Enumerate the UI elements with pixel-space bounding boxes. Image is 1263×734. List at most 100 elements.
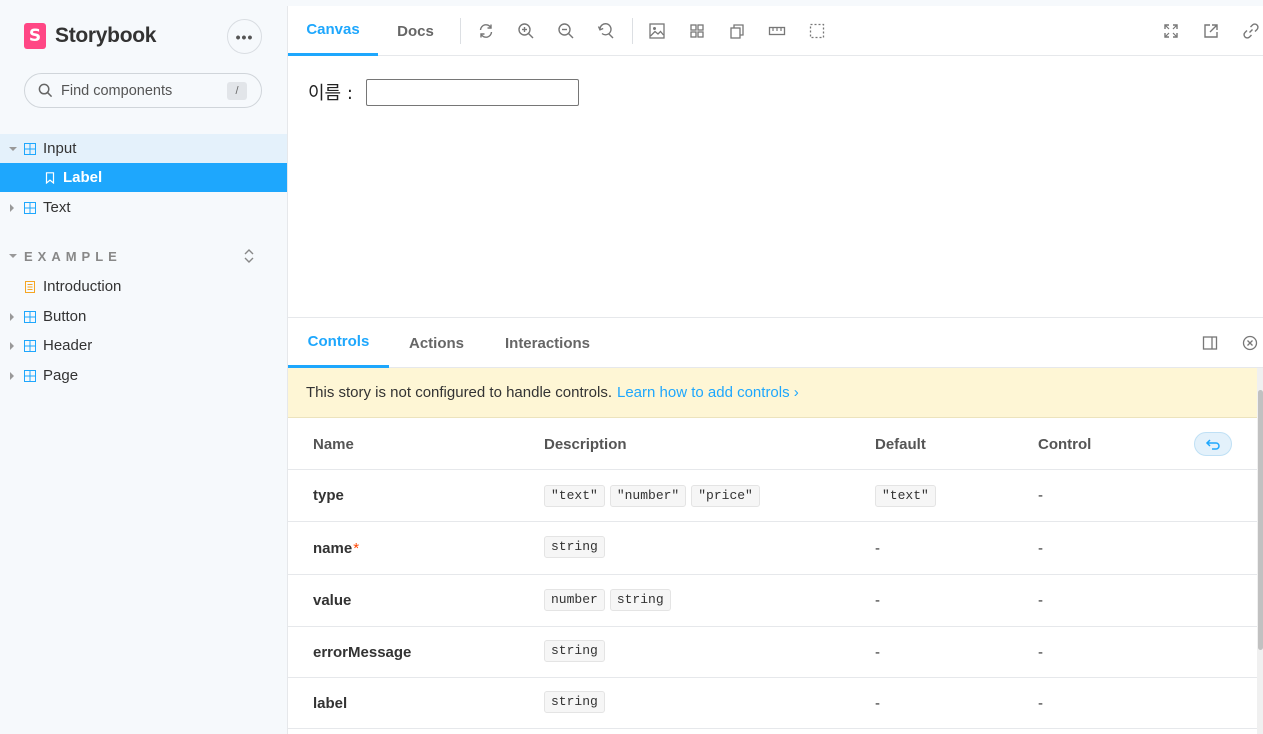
background-image-icon[interactable] — [648, 22, 666, 40]
search-box[interactable]: / — [24, 73, 262, 108]
reset-controls-button[interactable] — [1194, 432, 1232, 456]
ellipsis-icon: ••• — [235, 28, 254, 45]
type-chip: "text" — [544, 484, 605, 507]
learn-controls-link[interactable]: Learn how to add controls › — [617, 384, 799, 401]
sidebar-item-label: Input — [43, 140, 77, 157]
sidebar-item-introduction[interactable]: Introduction — [0, 272, 287, 301]
type-chip: number — [544, 589, 605, 611]
fullscreen-icon[interactable] — [1162, 22, 1180, 40]
refresh-icon[interactable] — [477, 22, 495, 40]
search-input[interactable] — [61, 82, 211, 99]
search-icon — [38, 83, 53, 98]
expand-collapse-icon[interactable] — [243, 248, 255, 264]
prop-default: - — [875, 694, 880, 712]
prop-control: - — [1038, 487, 1043, 504]
sidebar-item-label: Introduction — [43, 278, 122, 295]
section-title: EXAMPLE — [24, 248, 122, 264]
story-canvas: 이름 : — [288, 56, 1263, 318]
sidebar-item-header[interactable]: Header — [0, 331, 287, 360]
required-indicator: * — [353, 539, 360, 557]
prop-control: - — [1038, 643, 1043, 661]
close-panel-icon[interactable] — [1242, 335, 1258, 351]
caret-down-icon — [9, 254, 17, 258]
prop-default: - — [875, 592, 880, 609]
controls-notice: This story is not configured to handle c… — [288, 368, 1257, 418]
default-chip: "text" — [875, 484, 936, 507]
sidebar-item-label: Button — [43, 308, 87, 325]
prop-types: string — [544, 627, 610, 677]
scrollbar[interactable] — [1257, 368, 1263, 734]
component-icon — [24, 369, 36, 382]
bookmark-icon — [45, 171, 55, 184]
sidebar-item-button[interactable]: Button — [0, 302, 287, 331]
name-field-label: 이름 : — [308, 83, 353, 104]
prop-name: errorMessage — [313, 643, 412, 661]
notice-text: This story is not configured to handle c… — [306, 384, 612, 401]
component-icon — [24, 310, 36, 323]
table-row: value number string - - — [288, 575, 1257, 627]
toolbar-divider — [632, 18, 633, 44]
storybook-logo-icon: S — [24, 23, 46, 49]
prop-types: "text" "number" "price" — [544, 470, 765, 521]
document-icon — [25, 280, 35, 293]
caret-right-icon — [10, 203, 14, 212]
caret-right-icon — [10, 312, 14, 321]
table-row: name * string - - — [288, 522, 1257, 575]
prop-name: type — [313, 487, 344, 504]
toolbar: Canvas Docs — [288, 6, 1263, 56]
sidebar-item-input[interactable]: Input — [0, 134, 287, 163]
sidebar-item-label: Text — [43, 199, 71, 216]
header-control: Control — [1038, 435, 1092, 453]
scrollbar-thumb[interactable] — [1258, 390, 1263, 650]
header-name: Name — [313, 435, 354, 453]
viewport-icon[interactable] — [728, 22, 746, 40]
tab-interactions[interactable]: Interactions — [484, 318, 611, 368]
prop-name: value — [313, 592, 352, 609]
caret-down-icon — [9, 146, 17, 151]
search-shortcut-badge: / — [227, 82, 247, 100]
name-input[interactable] — [366, 79, 579, 106]
prop-name: label — [313, 694, 348, 712]
sidebar-item-page[interactable]: Page — [0, 361, 287, 390]
prop-default: - — [875, 539, 880, 557]
outline-icon[interactable] — [808, 22, 826, 40]
tab-canvas[interactable]: Canvas — [288, 6, 378, 56]
grid-icon[interactable] — [688, 22, 706, 40]
caret-right-icon — [10, 371, 14, 380]
table-row: label string - - — [288, 678, 1257, 729]
table-header: Name Description Default Control — [288, 418, 1257, 470]
section-example[interactable]: EXAMPLE — [0, 245, 287, 267]
sidebar-item-text[interactable]: Text — [0, 193, 287, 222]
brand[interactable]: S Storybook — [24, 22, 156, 50]
toolbar-divider — [460, 18, 461, 44]
ruler-icon[interactable] — [768, 22, 786, 40]
open-new-tab-icon[interactable] — [1202, 22, 1220, 40]
addon-tabs: Controls Actions Interactions — [288, 318, 1263, 368]
type-chip: "number" — [609, 484, 687, 507]
panel-orientation-icon[interactable] — [1202, 335, 1218, 351]
main-panel: Canvas Docs 이름 : Controls Actions Intera… — [287, 6, 1263, 734]
header-description: Description — [544, 435, 627, 453]
caret-right-icon — [10, 341, 14, 350]
zoom-in-icon[interactable] — [517, 22, 535, 40]
prop-control: - — [1038, 592, 1043, 609]
tab-controls[interactable]: Controls — [288, 318, 389, 368]
sidebar-item-label: Label — [63, 169, 103, 186]
copy-link-icon[interactable] — [1242, 22, 1260, 40]
prop-control: - — [1038, 539, 1043, 557]
tab-actions[interactable]: Actions — [389, 318, 484, 368]
type-chip: "price" — [691, 484, 760, 507]
tab-docs[interactable]: Docs — [378, 6, 453, 56]
zoom-reset-icon[interactable] — [597, 22, 615, 40]
brand-name: Storybook — [55, 24, 157, 47]
more-menu-button[interactable]: ••• — [227, 19, 262, 54]
sidebar-item-label-story[interactable]: Label — [0, 163, 287, 192]
prop-default: - — [875, 643, 880, 661]
prop-types: string — [544, 678, 610, 728]
zoom-out-icon[interactable] — [557, 22, 575, 40]
sidebar: S Storybook ••• / Input Label Text EXAMP… — [0, 0, 287, 734]
sidebar-item-label: Header — [43, 337, 93, 354]
prop-default: "text" — [875, 470, 941, 521]
prop-control: - — [1038, 694, 1043, 712]
table-row: type "text" "number" "price" "text" - — [288, 470, 1257, 522]
